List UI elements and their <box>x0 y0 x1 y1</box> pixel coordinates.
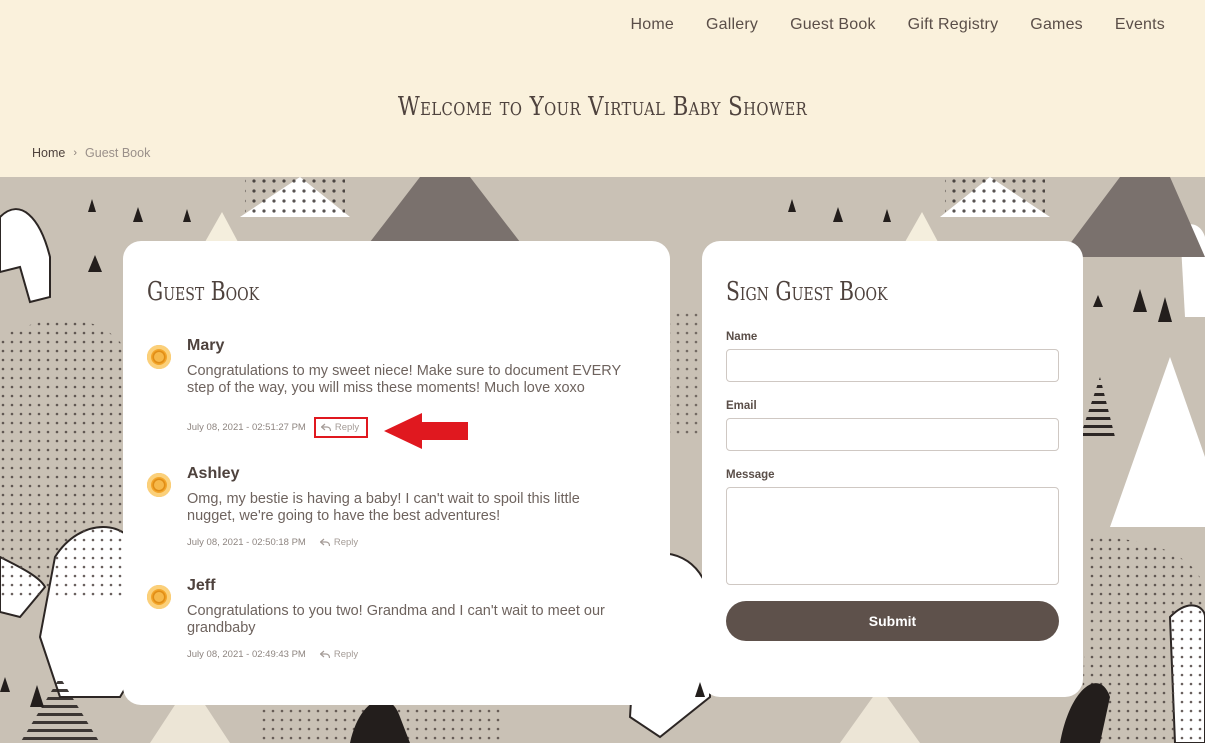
site-title: Welcome to Your Virtual Baby Shower <box>397 92 808 122</box>
comment-author: Ashley <box>187 465 240 482</box>
breadcrumb-home-link[interactable]: Home <box>32 146 65 160</box>
nav-gallery-link[interactable]: Gallery <box>690 14 774 36</box>
sign-guest-book-card: Sign Guest Book Name Email Message Submi… <box>702 241 1083 697</box>
comment-meta: July 08, 2021 - 02:50:18 PM Reply <box>187 537 358 548</box>
nav-events-link[interactable]: Events <box>1099 14 1181 36</box>
comment-date: July 08, 2021 - 02:49:43 PM <box>187 649 306 660</box>
avatar <box>147 345 171 369</box>
comment-author: Mary <box>187 337 225 354</box>
comment-meta: July 08, 2021 - 02:51:27 PM Reply <box>187 417 369 438</box>
site-header: Home Gallery Guest Book Gift Registry Ga… <box>0 0 1205 177</box>
submit-button[interactable]: Submit <box>726 601 1059 641</box>
comment-date: July 08, 2021 - 02:50:18 PM <box>187 537 306 548</box>
annotation-arrow-icon <box>384 413 468 449</box>
nav-guest-book-link[interactable]: Guest Book <box>774 14 892 36</box>
guest-book-title: Guest Book <box>147 277 260 307</box>
email-field[interactable] <box>726 418 1059 451</box>
nav-gift-registry-link[interactable]: Gift Registry <box>892 14 1015 36</box>
comment-item: Ashley Omg, my bestie is having a baby! … <box>147 465 647 555</box>
reply-button[interactable]: Reply <box>319 537 359 548</box>
avatar <box>147 473 171 497</box>
reply-label: Reply <box>333 649 359 660</box>
comment-meta: July 08, 2021 - 02:49:43 PM Reply <box>187 649 358 660</box>
name-label: Name <box>726 331 758 343</box>
reply-label: Reply <box>333 537 359 548</box>
reply-button[interactable]: Reply <box>313 417 369 438</box>
reply-button[interactable]: Reply <box>319 649 359 660</box>
reply-label: Reply <box>334 422 360 433</box>
reply-icon <box>320 423 331 432</box>
breadcrumb-current: Guest Book <box>85 146 151 160</box>
breadcrumb: Home › Guest Book <box>32 146 150 160</box>
nav-home-link[interactable]: Home <box>614 14 689 36</box>
reply-icon <box>319 538 330 547</box>
message-field[interactable] <box>726 487 1059 585</box>
comment-text: Congratulations to my sweet niece! Make … <box>187 363 621 396</box>
breadcrumb-separator: › <box>73 147 78 159</box>
avatar <box>147 585 171 609</box>
comment-author: Jeff <box>187 577 216 594</box>
comment-date: July 08, 2021 - 02:51:27 PM <box>187 422 306 433</box>
comment-text: Omg, my bestie is having a baby! I can't… <box>187 491 580 524</box>
guest-book-card: Guest Book Mary Congratulations to my sw… <box>123 241 670 705</box>
sign-guest-book-title: Sign Guest Book <box>726 277 888 307</box>
nav-games-link[interactable]: Games <box>1014 14 1099 36</box>
comment-text: Congratulations to you two! Grandma and … <box>187 603 605 636</box>
message-label: Message <box>726 469 775 481</box>
comment-item: Jeff Congratulations to you two! Grandma… <box>147 577 647 667</box>
main-nav: Home Gallery Guest Book Gift Registry Ga… <box>614 14 1181 36</box>
name-field[interactable] <box>726 349 1059 382</box>
reply-icon <box>319 650 330 659</box>
email-label: Email <box>726 400 757 412</box>
